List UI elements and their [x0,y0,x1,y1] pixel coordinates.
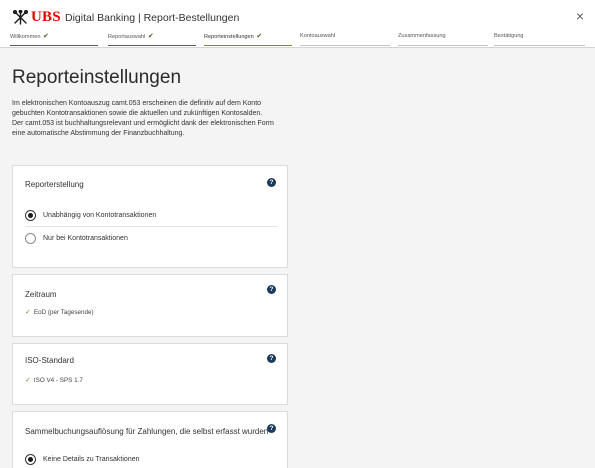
step-check-icon: ✔ [43,33,49,40]
radio-checked-icon[interactable] [25,209,36,221]
check-icon: ✓ [25,309,31,316]
step-reporteinstellungen[interactable]: Reporteinstellungen ✔ [204,33,292,46]
radio-unabhaengig[interactable]: Unabhängig von Kontotransaktionen [25,208,156,222]
intro-text: Im elektronischen Kontoauszug camt.053 e… [12,99,312,139]
step-check-icon: ✔ [256,33,263,40]
radio-label: Keine Details zu Transaktionen [43,455,140,463]
app-header: UBS Digital Banking | Report-Bestellunge… [0,0,595,48]
value-text: EoD (per Tagesende) [33,309,94,316]
main-content: Reporteinstellungen Im elektronischen Ko… [0,49,595,468]
radio-label: Unabhängig von Kontotransaktionen [43,211,157,219]
intro-line: eine automatische Abstimmung der Finanzb… [12,130,185,137]
help-icon[interactable]: ? [267,285,276,294]
step-kontoauswahl[interactable]: Kontoauswahl [300,33,390,46]
radio-label: Nur bei Kontotransaktionen [43,234,128,242]
step-bestaetigung[interactable]: Bestätigung [494,33,585,46]
card-title: Reporterstellung [25,180,84,189]
help-icon[interactable]: ? [267,354,276,363]
card-sammelbuchung: Sammelbuchungsauflösung für Zahlungen, d… [12,411,288,468]
divider [25,226,277,227]
radio-keine-details[interactable]: Keine Details zu Transaktionen [25,452,140,466]
card-iso-standard: ISO-Standard ? ✓ ISO V4 - SPS 1.7 [12,343,288,405]
ubs-logo: UBS [12,9,61,25]
step-label: Willkommen [10,34,41,40]
step-reportauswahl[interactable]: Reportauswahl ✔ [108,33,196,46]
step-label: Bestätigung [494,33,524,39]
close-icon: × [575,8,585,24]
step-label: Reportauswahl [108,34,146,40]
help-icon[interactable]: ? [267,424,276,433]
intro-line: gebuchten Kontotransaktionen sowie die a… [12,110,263,117]
wizard-steps: Willkommen ✔ Reportauswahl ✔ Reporteinst… [10,33,585,46]
app-title: Digital Banking | Report-Bestellungen [65,12,240,24]
check-icon: ✓ [25,377,31,384]
zeitraum-value: ✓ EoD (per Tagesende) [25,309,94,317]
iso-value: ✓ ISO V4 - SPS 1.7 [25,377,83,385]
card-zeitraum: Zeitraum ? ✓ EoD (per Tagesende) [12,274,288,337]
radio-checked-icon[interactable] [25,453,36,465]
step-check-icon: ✔ [147,33,154,40]
radio-unchecked-icon[interactable] [25,232,36,244]
step-label: Reporteinstellungen [204,34,254,40]
card-reporterstellung: Reporterstellung ? Unabhängig von Kontot… [12,165,288,268]
intro-line: Im elektronischen Kontoauszug camt.053 e… [12,100,262,107]
close-button[interactable]: × [573,9,587,23]
card-title: Zeitraum [25,290,57,299]
step-willkommen[interactable]: Willkommen ✔ [10,33,98,46]
logo-wordmark: UBS [31,9,61,25]
card-title: Sammelbuchungsauflösung für Zahlungen, d… [25,427,269,436]
ubs-keys-icon [12,9,29,25]
step-label: Zusammenfassung [398,33,446,39]
step-zusammenfassung[interactable]: Zusammenfassung [398,33,488,46]
intro-line: Der camt.053 ist buchhaltungsrelevant un… [12,120,274,127]
help-icon[interactable]: ? [267,178,276,187]
radio-nur-bei-transaktionen[interactable]: Nur bei Kontotransaktionen [25,231,128,245]
step-label: Kontoauswahl [300,33,336,39]
page-title: Reporteinstellungen [12,67,182,88]
card-title: ISO-Standard [25,356,74,365]
value-text: ISO V4 - SPS 1.7 [33,377,83,384]
